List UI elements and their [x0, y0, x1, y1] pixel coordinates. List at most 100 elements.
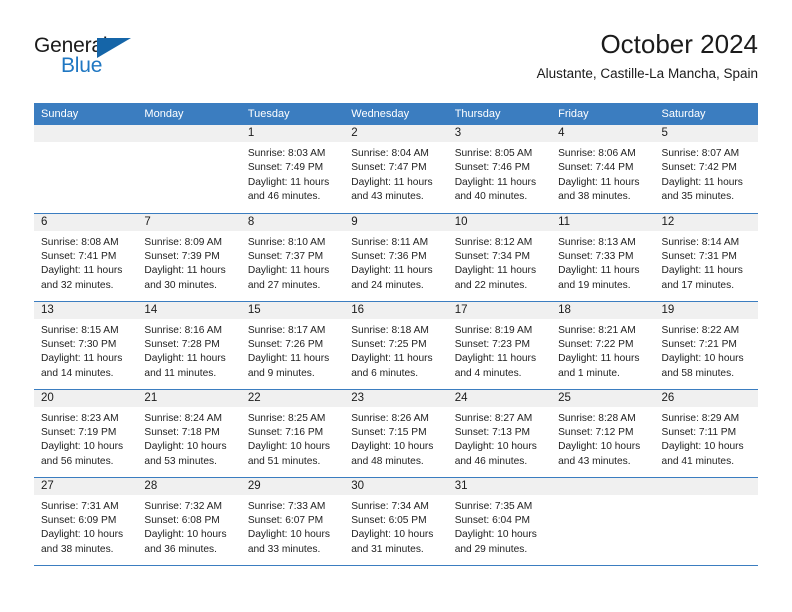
daylight-text-line2: and 58 minutes. [661, 367, 735, 379]
daylight-text-line1: Daylight: 11 hours [454, 353, 537, 365]
daylight-text-line1: Daylight: 10 hours [351, 529, 434, 541]
weekday-header-thursday: Thursday [447, 103, 552, 125]
calendar-day-cell[interactable]: 29 Sunrise: 7:33 AM Sunset: 6:07 PM Dayligh… [240, 477, 345, 566]
daylight-text-line1: Daylight: 10 hours [351, 441, 434, 453]
day-cell-inner: 5 Sunrise: 8:07 AM Sunset: 7:42 PM Daylight… [654, 125, 758, 213]
day-details: Sunrise: 8:10 AM Sunset: 7:37 PM Daylight:… [241, 231, 344, 294]
day-details: Sunrise: 8:22 AM Sunset: 7:21 PM Daylight:… [655, 319, 758, 382]
daylight-text-line1: Daylight: 10 hours [661, 353, 744, 365]
calendar-day-cell[interactable]: 24 Sunrise: 8:27 AM Sunset: 7:13 PM Dayligh… [447, 389, 552, 478]
day-cell-inner: 15 Sunrise: 8:17 AM Sunset: 7:26 PM Dayligh… [240, 301, 345, 389]
day-details: Sunrise: 8:08 AM Sunset: 7:41 PM Daylight:… [34, 231, 137, 294]
calendar-day-cell[interactable]: 22 Sunrise: 8:25 AM Sunset: 7:16 PM Dayligh… [240, 389, 345, 478]
calendar-day-cell[interactable]: 28 Sunrise: 7:32 AM Sunset: 6:08 PM Dayligh… [137, 477, 241, 566]
sunrise-text: Sunrise: 8:12 AM [454, 236, 533, 248]
daylight-text-line1: Daylight: 11 hours [41, 353, 123, 365]
daylight-text-line1: Daylight: 11 hours [558, 265, 640, 277]
sunset-text: Sunset: 7:23 PM [454, 338, 531, 350]
daylight-text-line1: Daylight: 11 hours [454, 265, 537, 277]
calendar-day-cell[interactable]: 26 Sunrise: 8:29 AM Sunset: 7:11 PM Dayligh… [654, 389, 758, 478]
calendar-day-cell[interactable]: 8 Sunrise: 8:10 AM Sunset: 7:37 PM Daylight… [240, 213, 345, 302]
calendar-day-cell[interactable]: 11 Sunrise: 8:13 AM Sunset: 7:33 PM Dayligh… [551, 213, 655, 302]
calendar-day-cell[interactable]: 18 Sunrise: 8:21 AM Sunset: 7:22 PM Dayligh… [551, 301, 655, 390]
calendar-week-row: 6 Sunrise: 8:08 AM Sunset: 7:41 PM Daylight… [34, 213, 758, 302]
calendar-day-cell[interactable]: 15 Sunrise: 8:17 AM Sunset: 7:26 PM Dayligh… [240, 301, 345, 390]
sunset-text: Sunset: 7:16 PM [247, 426, 324, 438]
day-details [551, 495, 654, 500]
day-cell-inner: 11 Sunrise: 8:13 AM Sunset: 7:33 PM Dayligh… [551, 213, 655, 301]
sunset-text: Sunset: 7:25 PM [351, 338, 427, 350]
day-cell-inner: 26 Sunrise: 8:29 AM Sunset: 7:11 PM Dayligh… [654, 389, 758, 477]
calendar-day-cell[interactable]: 2 Sunrise: 8:04 AM Sunset: 7:47 PM Daylight… [344, 125, 448, 214]
calendar-day-cell[interactable]: 14 Sunrise: 8:16 AM Sunset: 7:28 PM Dayligh… [137, 301, 241, 390]
calendar-day-cell[interactable]: 31 Sunrise: 7:35 AM Sunset: 6:04 PM Dayligh… [447, 477, 552, 566]
sunrise-text: Sunrise: 8:03 AM [247, 148, 326, 159]
day-number: 13 [34, 301, 138, 319]
calendar-day-cell[interactable]: 20 Sunrise: 8:23 AM Sunset: 7:19 PM Dayligh… [34, 389, 138, 478]
calendar-day-cell[interactable]: 4 Sunrise: 8:06 AM Sunset: 7:44 PM Daylight… [551, 125, 655, 214]
calendar-day-cell[interactable]: 25 Sunrise: 8:28 AM Sunset: 7:12 PM Dayligh… [551, 389, 655, 478]
day-cell-inner: 27 Sunrise: 7:31 AM Sunset: 6:09 PM Dayligh… [34, 477, 138, 565]
sunrise-text: Sunrise: 7:34 AM [351, 500, 429, 512]
day-number: 30 [344, 477, 448, 495]
daylight-text-line1: Daylight: 10 hours [41, 529, 124, 541]
daylight-text-line1: Daylight: 10 hours [247, 529, 330, 541]
day-details: Sunrise: 8:17 AM Sunset: 7:26 PM Daylight:… [241, 319, 344, 382]
day-cell-inner: 23 Sunrise: 8:26 AM Sunset: 7:15 PM Dayligh… [344, 389, 448, 477]
daylight-text-line1: Daylight: 11 hours [558, 353, 640, 365]
calendar-day-cell[interactable]: 5 Sunrise: 8:07 AM Sunset: 7:42 PM Daylight… [654, 125, 758, 214]
daylight-text-line1: Daylight: 11 hours [661, 176, 743, 188]
page-title: October 2024 [600, 29, 758, 59]
calendar-day-cell[interactable]: 30 Sunrise: 7:34 AM Sunset: 6:05 PM Dayligh… [344, 477, 448, 566]
sunset-text: Sunset: 7:15 PM [351, 426, 427, 438]
calendar-day-cell[interactable]: 16 Sunrise: 8:18 AM Sunset: 7:25 PM Dayligh… [344, 301, 448, 390]
day-number: 9 [344, 213, 448, 231]
day-cell-inner: 6 Sunrise: 8:08 AM Sunset: 7:41 PM Daylight… [34, 213, 138, 301]
calendar-day-cell[interactable]: 9 Sunrise: 8:11 AM Sunset: 7:36 PM Daylight… [344, 213, 448, 302]
calendar-day-cell[interactable]: 13 Sunrise: 8:15 AM Sunset: 7:30 PM Dayligh… [34, 301, 138, 390]
day-number: 23 [344, 389, 448, 407]
sunset-text: Sunset: 7:28 PM [144, 338, 220, 350]
calendar-day-cell[interactable]: 23 Sunrise: 8:26 AM Sunset: 7:15 PM Dayligh… [344, 389, 448, 478]
calendar-day-cell[interactable]: 10 Sunrise: 8:12 AM Sunset: 7:34 PM Dayligh… [447, 213, 552, 302]
day-details: Sunrise: 7:35 AM Sunset: 6:04 PM Daylight:… [448, 495, 551, 558]
daylight-text-line2: and 24 minutes. [351, 279, 424, 291]
day-number: 20 [34, 389, 138, 407]
calendar-day-cell[interactable]: 27 Sunrise: 7:31 AM Sunset: 6:09 PM Dayligh… [34, 477, 138, 566]
sunset-text: Sunset: 7:41 PM [41, 250, 117, 262]
weekday-header-wednesday: Wednesday [344, 103, 448, 125]
daylight-text-line2: and 51 minutes. [247, 455, 321, 467]
calendar-day-cell[interactable]: 19 Sunrise: 8:22 AM Sunset: 7:21 PM Dayligh… [654, 301, 758, 390]
sunset-text: Sunset: 6:05 PM [351, 514, 427, 526]
calendar-day-cell[interactable]: 17 Sunrise: 8:19 AM Sunset: 7:23 PM Dayligh… [447, 301, 552, 390]
daylight-text-line2: and 1 minute. [558, 367, 620, 379]
daylight-text-line1: Daylight: 10 hours [41, 441, 124, 453]
day-number: 3 [447, 125, 552, 142]
calendar-day-cell-empty [137, 125, 241, 214]
daylight-text-line1: Daylight: 11 hours [144, 353, 226, 365]
daylight-text-line2: and 41 minutes. [661, 455, 735, 467]
day-cell-inner: 19 Sunrise: 8:22 AM Sunset: 7:21 PM Dayligh… [654, 301, 758, 389]
general-blue-logo[interactable]: General Blue [34, 34, 194, 90]
day-cell-inner [137, 125, 241, 213]
daylight-text-line1: Daylight: 11 hours [41, 265, 123, 277]
sunrise-text: Sunrise: 8:29 AM [661, 412, 740, 424]
day-details: Sunrise: 8:07 AM Sunset: 7:42 PM Daylight:… [655, 142, 758, 205]
daylight-text-line2: and 30 minutes. [144, 279, 217, 291]
calendar-day-cell[interactable]: 3 Sunrise: 8:05 AM Sunset: 7:46 PM Daylight… [447, 125, 552, 214]
day-number: 21 [137, 389, 241, 407]
day-cell-inner: 14 Sunrise: 8:16 AM Sunset: 7:28 PM Dayligh… [137, 301, 241, 389]
calendar-day-cell[interactable]: 7 Sunrise: 8:09 AM Sunset: 7:39 PM Daylight… [137, 213, 241, 302]
day-details [137, 142, 240, 147]
calendar-day-cell[interactable]: 21 Sunrise: 8:24 AM Sunset: 7:18 PM Dayligh… [137, 389, 241, 478]
sunset-text: Sunset: 7:19 PM [41, 426, 117, 438]
calendar-day-cell[interactable]: 12 Sunrise: 8:14 AM Sunset: 7:31 PM Dayligh… [654, 213, 758, 302]
page-header: General Blue October 2024 Alustante, Cas… [34, 28, 758, 100]
day-details: Sunrise: 8:14 AM Sunset: 7:31 PM Daylight:… [655, 231, 758, 294]
calendar-day-cell[interactable]: 6 Sunrise: 8:08 AM Sunset: 7:41 PM Daylight… [34, 213, 138, 302]
daylight-text-line2: and 43 minutes. [558, 455, 631, 467]
calendar-day-cell[interactable]: 1 Sunrise: 8:03 AM Sunset: 7:49 PM Daylight… [240, 125, 345, 214]
sunset-text: Sunset: 7:36 PM [351, 250, 427, 262]
day-details: Sunrise: 8:25 AM Sunset: 7:16 PM Daylight:… [241, 407, 344, 470]
calendar-day-cell-empty [654, 477, 758, 566]
